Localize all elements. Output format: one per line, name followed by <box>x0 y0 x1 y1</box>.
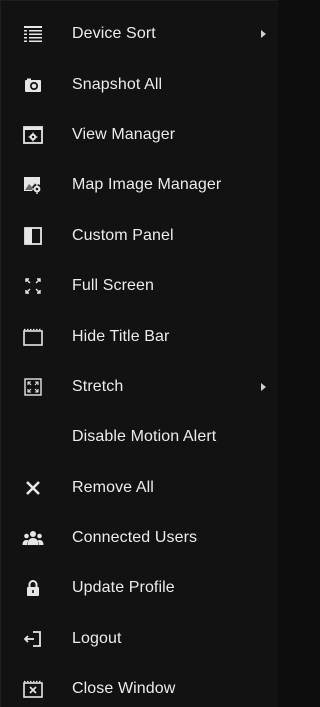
menu-item-label: Connected Users <box>72 529 198 547</box>
menu-item-label: Remove All <box>72 478 154 496</box>
stretch-icon <box>22 376 44 398</box>
menu-item-custom-panel[interactable]: Custom Panel <box>1 211 278 261</box>
menu-item-map-image-manager[interactable]: Map Image Manager <box>1 160 278 210</box>
x-icon <box>22 477 44 499</box>
menu-item-close-window[interactable]: Close Window <box>1 664 278 707</box>
list-icon <box>22 23 44 45</box>
menu-item-device-sort[interactable]: Device Sort <box>1 9 278 59</box>
lock-icon <box>22 577 44 599</box>
menu-item-label: Device Sort <box>72 25 156 43</box>
submenu-arrow-icon <box>261 382 266 391</box>
users-icon <box>22 527 44 549</box>
menu-item-label: Disable Motion Alert <box>72 428 217 446</box>
menu-item-view-manager[interactable]: View Manager <box>1 110 278 160</box>
menu-item-label: Stretch <box>72 377 124 395</box>
view-manager-icon <box>22 124 44 146</box>
menu-item-label: Snapshot All <box>72 75 163 93</box>
menu-item-label: Custom Panel <box>72 226 174 244</box>
context-menu: Device Sort Snapshot All View Manager Ma… <box>0 0 278 707</box>
menu-item-hide-title-bar[interactable]: Hide Title Bar <box>1 311 278 361</box>
menu-item-full-screen[interactable]: Full Screen <box>1 261 278 311</box>
menu-item-disable-motion-alert[interactable]: Disable Motion Alert <box>1 412 278 462</box>
menu-item-label: Close Window <box>72 680 176 698</box>
menu-item-label: Map Image Manager <box>72 176 222 194</box>
menu-item-label: Update Profile <box>72 579 175 597</box>
menu-item-remove-all[interactable]: Remove All <box>1 463 278 513</box>
panel-icon <box>22 225 44 247</box>
submenu-arrow-icon <box>261 30 266 39</box>
menu-item-logout[interactable]: Logout <box>1 614 278 664</box>
title-bar-icon <box>22 326 44 348</box>
menu-item-label: Full Screen <box>72 277 155 295</box>
menu-item-connected-users[interactable]: Connected Users <box>1 513 278 563</box>
menu-item-label: Hide Title Bar <box>72 327 170 345</box>
menu-item-snapshot-all[interactable]: Snapshot All <box>1 59 278 109</box>
logout-icon <box>22 628 44 650</box>
menu-item-label: View Manager <box>72 125 176 143</box>
close-window-icon <box>22 678 44 700</box>
menu-item-label: Logout <box>72 629 122 647</box>
menu-item-stretch[interactable]: Stretch <box>1 362 278 412</box>
fullscreen-icon <box>22 275 44 297</box>
map-image-icon <box>22 174 44 196</box>
camera-icon <box>22 74 44 96</box>
menu-item-update-profile[interactable]: Update Profile <box>1 563 278 613</box>
